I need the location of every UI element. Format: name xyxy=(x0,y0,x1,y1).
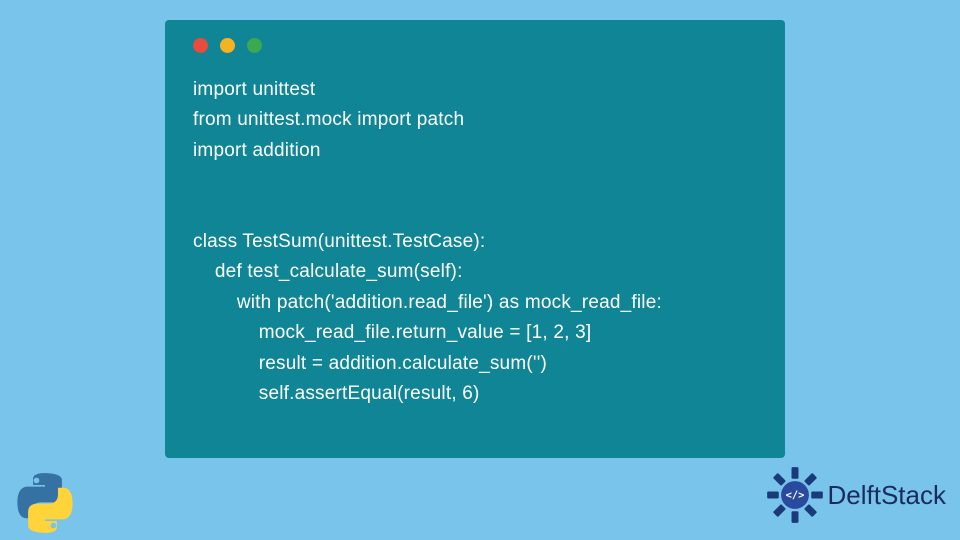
code-line: from unittest.mock import patch xyxy=(193,109,464,130)
code-line: result = addition.calculate_sum('') xyxy=(193,353,547,374)
code-line: with patch('addition.read_file') as mock… xyxy=(193,292,662,313)
code-window: import unittest from unittest.mock impor… xyxy=(165,20,785,458)
delftstack-label: DelftStack xyxy=(828,480,947,511)
code-block: import unittest from unittest.mock impor… xyxy=(193,75,757,409)
delftstack-branding: </> DelftStack xyxy=(766,466,947,524)
close-dot-icon xyxy=(193,38,208,53)
code-line: import unittest xyxy=(193,79,315,100)
code-line: def test_calculate_sum(self): xyxy=(193,261,463,282)
code-line: self.assertEqual(result, 6) xyxy=(193,383,480,404)
code-line: mock_read_file.return_value = [1, 2, 3] xyxy=(193,322,591,343)
window-titlebar xyxy=(193,38,757,53)
svg-text:</>: </> xyxy=(785,489,804,501)
minimize-dot-icon xyxy=(220,38,235,53)
python-logo-icon xyxy=(14,472,76,534)
delftstack-badge-icon: </> xyxy=(766,466,824,524)
code-line: class TestSum(unittest.TestCase): xyxy=(193,231,485,252)
code-line: import addition xyxy=(193,140,321,161)
maximize-dot-icon xyxy=(247,38,262,53)
